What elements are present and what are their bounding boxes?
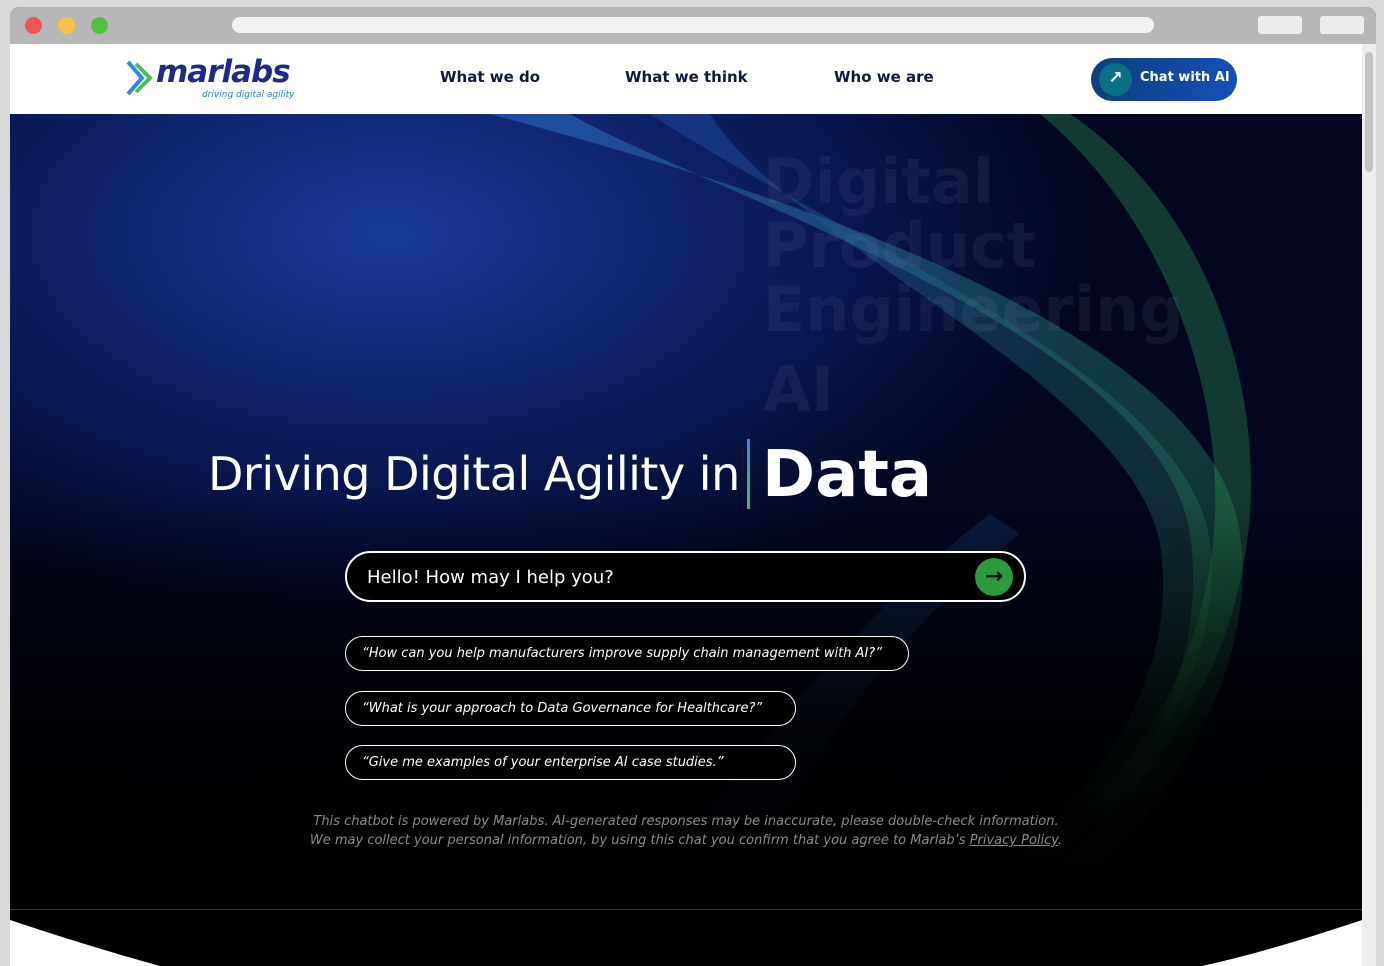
disclaimer-period: .	[1057, 833, 1063, 848]
suggestion-text: “Give me examples of your enterprise AI …	[362, 755, 724, 770]
marlabs-logo[interactable]: marlabs driving digital agility	[126, 54, 296, 102]
disclaimer-line: This chatbot is powered by Marlabs. AI-g…	[313, 814, 1059, 829]
rotating-word-list: Digital Product Engineering AI	[763, 150, 1184, 422]
close-window-button[interactable]	[25, 17, 42, 34]
rotating-word: AI	[763, 353, 835, 426]
chevron-logo-icon	[126, 60, 153, 96]
disclaimer-line: We may collect your personal information…	[10, 831, 1362, 850]
toolbar-button[interactable]	[1258, 16, 1302, 34]
typing-caret	[747, 439, 750, 509]
curve-decoration	[10, 920, 1362, 966]
suggestion-text: “How can you help manufacturers improve …	[362, 646, 882, 661]
suggestion-chip[interactable]: “Give me examples of your enterprise AI …	[345, 745, 796, 780]
privacy-policy-link[interactable]: Privacy Policy	[970, 833, 1058, 848]
rotating-word: Digital	[763, 145, 995, 218]
suggestion-text: “What is your approach to Data Governanc…	[362, 701, 763, 716]
suggestion-chip[interactable]: “How can you help manufacturers improve …	[345, 636, 909, 671]
disclaimer-text: We may collect your personal information…	[309, 833, 966, 848]
next-section	[10, 910, 1362, 966]
toolbar-button[interactable]	[1320, 16, 1364, 34]
scrollbar-thumb[interactable]	[1365, 52, 1373, 172]
chat-with-ai-label: Chat with AI	[1140, 70, 1230, 85]
nav-what-we-think[interactable]: What we think	[625, 68, 748, 86]
address-bar[interactable]	[232, 17, 1154, 33]
minimize-window-button[interactable]	[58, 17, 75, 34]
chat-input[interactable]	[367, 564, 947, 590]
arrow-up-right-icon: ↗	[1099, 63, 1132, 96]
chat-with-ai-button[interactable]: ↗ Chat with AI	[1091, 58, 1237, 101]
nav-what-we-do[interactable]: What we do	[440, 68, 540, 86]
browser-titlebar	[10, 7, 1376, 44]
maximize-window-button[interactable]	[91, 17, 108, 34]
chat-prompt-box: →	[345, 551, 1026, 602]
site-header: marlabs driving digital agility What we …	[10, 44, 1362, 114]
scrollbar[interactable]	[1362, 44, 1376, 966]
rotating-word: Product	[763, 209, 1037, 282]
send-button[interactable]: →	[975, 558, 1013, 596]
hero-headline-word: Data	[762, 438, 933, 512]
suggestion-chip[interactable]: “What is your approach to Data Governanc…	[345, 691, 796, 726]
hero-section: Digital Product Engineering AI Driving D…	[10, 114, 1362, 909]
rotating-word: Engineering	[763, 273, 1184, 346]
nav-who-we-are[interactable]: Who we are	[834, 68, 934, 86]
browser-window: marlabs driving digital agility What we …	[10, 7, 1376, 966]
chatbot-disclaimer: This chatbot is powered by Marlabs. AI-g…	[10, 812, 1362, 850]
arrow-right-icon: →	[984, 564, 1004, 589]
hero-headline: Driving Digital Agility in	[208, 447, 740, 501]
logo-tagline: driving digital agility	[202, 90, 295, 100]
logo-wordmark: marlabs	[156, 54, 291, 90]
